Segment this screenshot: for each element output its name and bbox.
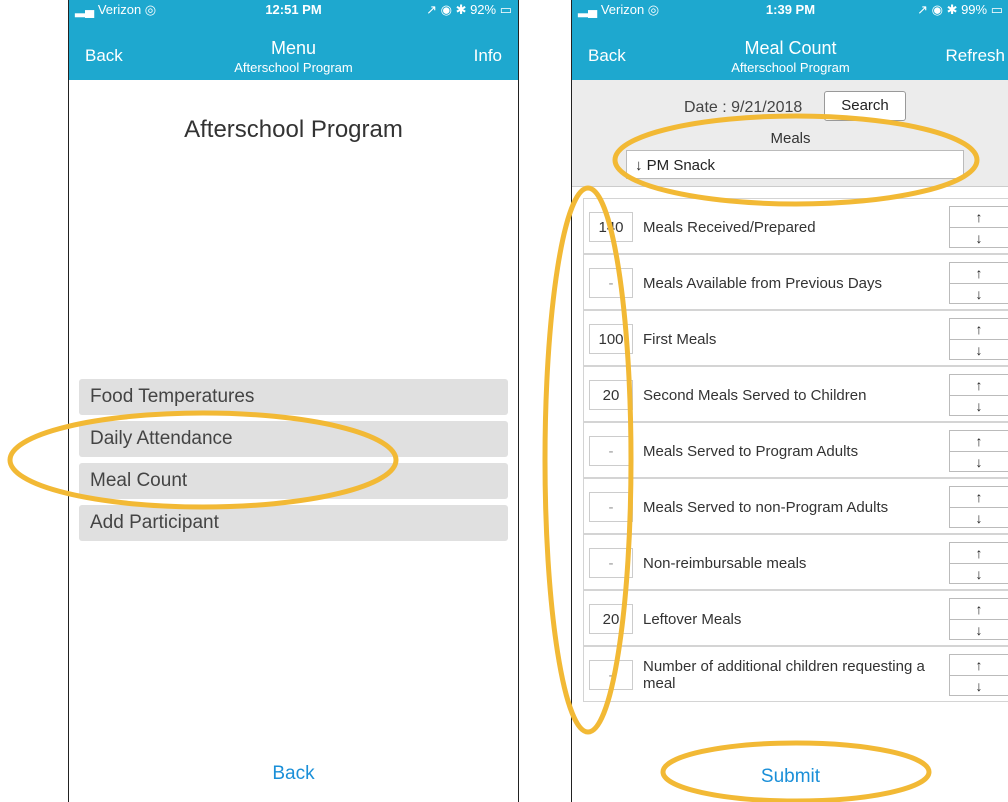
meal-count-row: 140 Meals Received/Prepared ↑ ↓ xyxy=(583,198,1008,254)
meal-count-row: - Meals Served to non-Program Adults ↑ ↓ xyxy=(583,478,1008,534)
nav-bar: Back Meal Count Afterschool Program Refr… xyxy=(572,18,1008,80)
count-stepper: ↑ ↓ xyxy=(949,598,1008,640)
decrement-arrow-icon[interactable]: ↓ xyxy=(950,620,1008,640)
meal-count-row: - Non-reimbursable meals ↑ ↓ xyxy=(583,534,1008,590)
menu-item-add-participant[interactable]: Add Participant xyxy=(79,505,508,541)
meal-count-row: 100 First Meals ↑ ↓ xyxy=(583,310,1008,366)
menu-item-meal-count[interactable]: Meal Count xyxy=(79,463,508,499)
nav-subtitle: Afterschool Program xyxy=(234,60,353,75)
count-value-field[interactable]: - xyxy=(589,548,633,578)
increment-arrow-icon[interactable]: ↑ xyxy=(950,543,1008,564)
count-value-field[interactable]: 140 xyxy=(589,212,633,242)
increment-arrow-icon[interactable]: ↑ xyxy=(950,375,1008,396)
decrement-arrow-icon[interactable]: ↓ xyxy=(950,508,1008,528)
meals-label: Meals xyxy=(770,130,811,147)
nav-title: Menu xyxy=(270,38,317,58)
nav-title: Meal Count xyxy=(744,38,837,58)
meal-count-list: 140 Meals Received/Prepared ↑ ↓ - Meals Avail… xyxy=(583,198,1008,702)
decrement-arrow-icon[interactable]: ↓ xyxy=(950,452,1008,472)
decrement-arrow-icon[interactable]: ↓ xyxy=(950,396,1008,416)
count-value-field[interactable]: 100 xyxy=(589,324,633,354)
increment-arrow-icon[interactable]: ↑ xyxy=(950,431,1008,452)
decrement-arrow-icon[interactable]: ↓ xyxy=(950,676,1008,696)
count-value-field[interactable]: - xyxy=(589,268,633,298)
meal-count-row: - Meals Served to Program Adults ↑ ↓ xyxy=(583,422,1008,478)
count-stepper: ↑ ↓ xyxy=(949,262,1008,304)
increment-arrow-icon[interactable]: ↑ xyxy=(950,207,1008,228)
count-label: Number of additional children requesting… xyxy=(643,658,925,692)
count-stepper: ↑ ↓ xyxy=(949,486,1008,528)
increment-arrow-icon[interactable]: ↑ xyxy=(950,655,1008,676)
count-label: First Meals xyxy=(643,330,717,348)
count-value-field[interactable]: - xyxy=(589,492,633,522)
refresh-button[interactable]: Refresh xyxy=(945,46,1005,66)
decrement-arrow-icon[interactable]: ↓ xyxy=(950,564,1008,584)
page-title: Afterschool Program xyxy=(184,116,403,143)
meal-count-row: - Meals Available from Previous Days ↑ ↓ xyxy=(583,254,1008,310)
decrement-arrow-icon[interactable]: ↓ xyxy=(950,228,1008,248)
count-label: Non-reimbursable meals xyxy=(643,554,807,572)
increment-arrow-icon[interactable]: ↑ xyxy=(950,487,1008,508)
count-value-field[interactable]: 20 xyxy=(589,604,633,634)
count-stepper: ↑ ↓ xyxy=(949,374,1008,416)
menu-list: Food Temperatures Daily Attendance Meal … xyxy=(79,379,508,547)
increment-arrow-icon[interactable]: ↑ xyxy=(950,263,1008,284)
decrement-arrow-icon[interactable]: ↓ xyxy=(950,340,1008,360)
count-value-field[interactable]: - xyxy=(589,436,633,466)
meal-count-screen: ▂▄ Verizon ◎ 1:39 PM ↗ ◉ ✱ 99% ▭ Back Me… xyxy=(571,0,1008,802)
submit-button[interactable]: Submit xyxy=(572,766,1008,788)
status-bar: ▂▄ Verizon ◎ 12:51 PM ↗ ◉ ✱ 92% ▭ xyxy=(69,0,518,18)
battery-indicator: ↗ ◉ ✱ 92% ▭ xyxy=(426,2,512,17)
filter-panel: Date : 9/21/2018 Search Meals ↓ PM Snack xyxy=(572,80,1008,187)
meal-count-row: - Number of additional children requestin… xyxy=(583,646,1008,702)
count-label: Meals Served to Program Adults xyxy=(643,442,859,460)
increment-arrow-icon[interactable]: ↑ xyxy=(950,599,1008,620)
meal-count-row: 20 Second Meals Served to Children ↑ ↓ xyxy=(583,366,1008,422)
search-button[interactable]: Search xyxy=(824,91,906,121)
nav-bar: Back Menu Afterschool Program Info xyxy=(69,18,518,80)
count-label: Second Meals Served to Children xyxy=(643,386,867,404)
count-stepper: ↑ ↓ xyxy=(949,206,1008,248)
count-label: Meals Received/Prepared xyxy=(643,218,816,236)
increment-arrow-icon[interactable]: ↑ xyxy=(950,319,1008,340)
date-label: Date : 9/21/2018 xyxy=(684,99,803,116)
menu-item-food-temperatures[interactable]: Food Temperatures xyxy=(79,379,508,415)
meal-type-select[interactable]: ↓ PM Snack xyxy=(626,150,964,179)
info-button[interactable]: Info xyxy=(474,46,502,66)
meal-count-row: 20 Leftover Meals ↑ ↓ xyxy=(583,590,1008,646)
count-label: Leftover Meals xyxy=(643,610,742,628)
count-stepper: ↑ ↓ xyxy=(949,318,1008,360)
decrement-arrow-icon[interactable]: ↓ xyxy=(950,284,1008,304)
count-stepper: ↑ ↓ xyxy=(949,430,1008,472)
count-stepper: ↑ ↓ xyxy=(949,654,1008,696)
count-value-field[interactable]: - xyxy=(589,660,633,690)
count-label: Meals Available from Previous Days xyxy=(643,274,882,292)
battery-indicator: ↗ ◉ ✱ 99% ▭ xyxy=(917,2,1003,17)
menu-item-daily-attendance[interactable]: Daily Attendance xyxy=(79,421,508,457)
count-label: Meals Served to non-Program Adults xyxy=(643,498,889,516)
nav-subtitle: Afterschool Program xyxy=(731,60,850,75)
menu-screen: ▂▄ Verizon ◎ 12:51 PM ↗ ◉ ✱ 92% ▭ Back M… xyxy=(68,0,519,802)
bottom-back-button[interactable]: Back xyxy=(69,763,518,785)
count-value-field[interactable]: 20 xyxy=(589,380,633,410)
status-bar: ▂▄ Verizon ◎ 1:39 PM ↗ ◉ ✱ 99% ▭ xyxy=(572,0,1008,18)
count-stepper: ↑ ↓ xyxy=(949,542,1008,584)
